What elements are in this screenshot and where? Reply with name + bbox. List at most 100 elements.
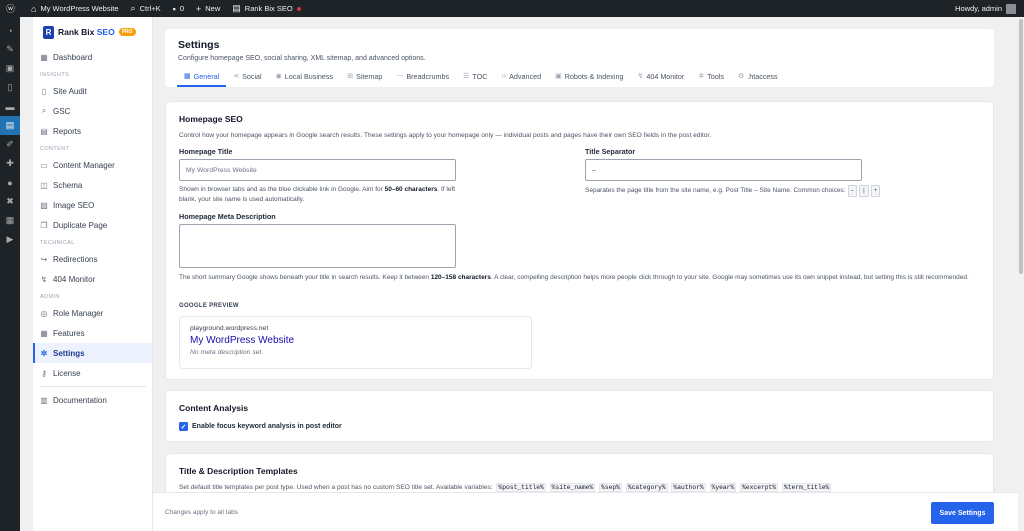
grid-icon: ▦ [40,52,48,62]
homepage-title-input[interactable] [179,159,456,181]
wp-admin-menu: ◔ ✎ ▣ ▯ ▬ ▤ ✐ ✚ ● ✖ ▦ ▶ [0,17,20,531]
location-pin-icon: ◉ [275,73,282,80]
tab-404-monitor[interactable]: ↯ 404 Monitor [630,67,691,87]
focus-keyword-checkbox-row[interactable]: ✓ Enable focus keyword analysis in post … [179,422,980,431]
features-icon: ▦ [40,328,48,338]
menu-users-icon[interactable]: ● [0,173,20,192]
sidebar-item-duplicate-page[interactable]: ❐ Duplicate Page [33,215,152,235]
tab-tools[interactable]: ✲ Tools [691,67,731,87]
tab-local-business[interactable]: ◉ Local Business [269,67,340,87]
sidebar-item-image-seo[interactable]: ▨ Image SEO [33,195,152,215]
title-separator-input[interactable] [585,159,862,181]
preview-url: playground.wordpress.net [190,325,269,332]
copy-icon: ❐ [40,220,48,230]
preview-title: My WordPress Website [190,335,295,346]
sidebar-item-404-monitor[interactable]: ↯ 404 Monitor [33,269,152,289]
nav-section-insights: INSIGHTS [40,72,70,78]
template-variable: %post_title% [496,483,546,492]
title-separator-help: Separates the page title from the site n… [585,185,985,197]
sticky-footer: Changes apply to all tabs Save Settings [153,492,1024,531]
template-variable: %author% [671,483,706,492]
brand-name: Rank Bix SEO [58,27,115,37]
template-variable: %year% [709,483,737,492]
tab-robots-indexing[interactable]: ▣ Robots & Indexing [548,67,630,87]
avatar [1006,3,1016,14]
focus-keyword-checkbox-label: Enable focus keyword analysis in post ed… [192,423,342,430]
tab-breadcrumbs[interactable]: ⋯ Breadcrumbs [389,67,456,87]
comments-link[interactable]: ▪ 0 [167,0,190,17]
menu-settings-icon[interactable]: ▦ [0,211,20,230]
scrollbar-thumb[interactable] [1019,19,1023,274]
google-preview-box: playground.wordpress.net My WordPress We… [179,316,532,369]
separator-choice[interactable]: • [870,185,881,197]
google-preview-label: GOOGLE PREVIEW [179,303,239,309]
tab-social[interactable]: ⋖ Social [226,67,268,87]
plugin-adminbar-link[interactable]: ▤ Rank Bix SEO [226,0,306,17]
page-title: Settings [178,39,220,51]
sidebar-item-role-manager[interactable]: ◎ Role Manager [33,303,152,323]
broken-link-icon: ↯ [40,274,48,284]
sidebar-item-reports[interactable]: ▤ Reports [33,121,152,141]
search-icon: ⌕ [130,3,136,13]
nav-section-content: CONTENT [40,146,70,152]
sidebar-item-dashboard[interactable]: ▦ Dashboard [33,47,152,67]
seo-plugin-icon: ▤ [232,3,241,13]
menu-play-icon[interactable]: ▶ [0,230,20,249]
content-analysis-card: Content Analysis ✓ Enable focus keyword … [165,390,994,442]
page-scrollbar[interactable] [1018,17,1024,531]
new-content-button[interactable]: + New [190,0,226,17]
gear-icon: ✲ [40,348,48,358]
book-icon: ▥ [40,395,48,405]
sidebar-item-settings[interactable]: ✲ Settings [33,343,152,363]
section-description: Set default title templates per post typ… [179,483,832,492]
preview-description: No meta description set. [190,349,264,356]
sidebar-item-license[interactable]: ⚷ License [33,363,152,383]
sidebar-item-schema[interactable]: ◫ Schema [33,175,152,195]
focus-keyword-checkbox[interactable]: ✓ [179,422,188,431]
template-variable: %term_title% [781,483,832,492]
tab-sitemap[interactable]: ⊞ Sitemap [340,67,389,87]
tab-toc[interactable]: ☰ TOC [456,67,494,87]
page-subtitle: Configure homepage SEO, social sharing, … [178,55,426,62]
sidebar-item-documentation[interactable]: ▥ Documentation [33,390,152,410]
sidebar-item-content-manager[interactable]: ▭ Content Manager [33,155,152,175]
homepage-seo-card: Homepage SEO Control how your homepage a… [165,101,994,380]
meta-description-textarea[interactable] [179,224,456,268]
menu-appearance-icon[interactable]: ✐ [0,135,20,154]
menu-comments-icon[interactable]: ▬ [0,97,20,116]
tab-general[interactable]: ▦ General [177,67,227,87]
separator-choice[interactable]: | [859,185,869,197]
menu-pages-icon[interactable]: ▯ [0,78,20,97]
sidebar-item-redirections[interactable]: ↪ Redirections [33,249,152,269]
meta-description-label: Homepage Meta Description [179,212,276,221]
breadcrumbs-icon: ⋯ [396,73,404,80]
section-description: Control how your homepage appears in Goo… [179,132,712,139]
menu-tools-icon[interactable]: ✖ [0,192,20,211]
save-settings-button[interactable]: Save Settings [931,502,994,524]
sitemap-icon: ⊞ [347,73,353,80]
menu-dashboard-icon[interactable]: ◔ [0,21,20,40]
broken-link-icon: ↯ [637,73,644,80]
list-icon: ☰ [463,73,470,80]
tab-advanced[interactable]: ‹› Advanced [494,67,548,87]
tab-htaccess[interactable]: ⚙ .htaccess [731,67,785,87]
sidebar-item-features[interactable]: ▦ Features [33,323,152,343]
command-palette-button[interactable]: ⌕ Ctrl+K [125,0,167,17]
settings-header: Settings Configure homepage SEO, social … [165,29,994,87]
settings-tabs: ▦ General ⋖ Social ◉ Local Business ⊞ Sitema… [177,67,785,87]
user-account-menu[interactable]: Howdy, admin [955,3,1024,14]
sidebar-item-site-audit[interactable]: ▯ Site Audit [33,81,152,101]
plugin-brand[interactable]: R Rank Bix SEO PRO [33,17,152,47]
home-icon: ⌂ [31,3,37,14]
site-name-link[interactable]: ⌂ My WordPress Website [25,0,125,17]
plugin-sidebar: R Rank Bix SEO PRO ▦ Dashboard INSIGHTS ▯… [33,17,153,531]
separator-choice[interactable]: – [847,185,858,197]
menu-seo-plugin-icon[interactable]: ▤ [0,116,20,135]
menu-media-icon[interactable]: ▣ [0,59,20,78]
schema-icon: ◫ [40,180,48,190]
share-icon: ⋖ [233,73,240,80]
menu-pin-icon[interactable]: ✎ [0,40,20,59]
wordpress-menu[interactable]: ⓦ [0,0,25,17]
sidebar-item-gsc[interactable]: ⌕ GSC [33,101,152,121]
menu-plugins-icon[interactable]: ✚ [0,154,20,173]
